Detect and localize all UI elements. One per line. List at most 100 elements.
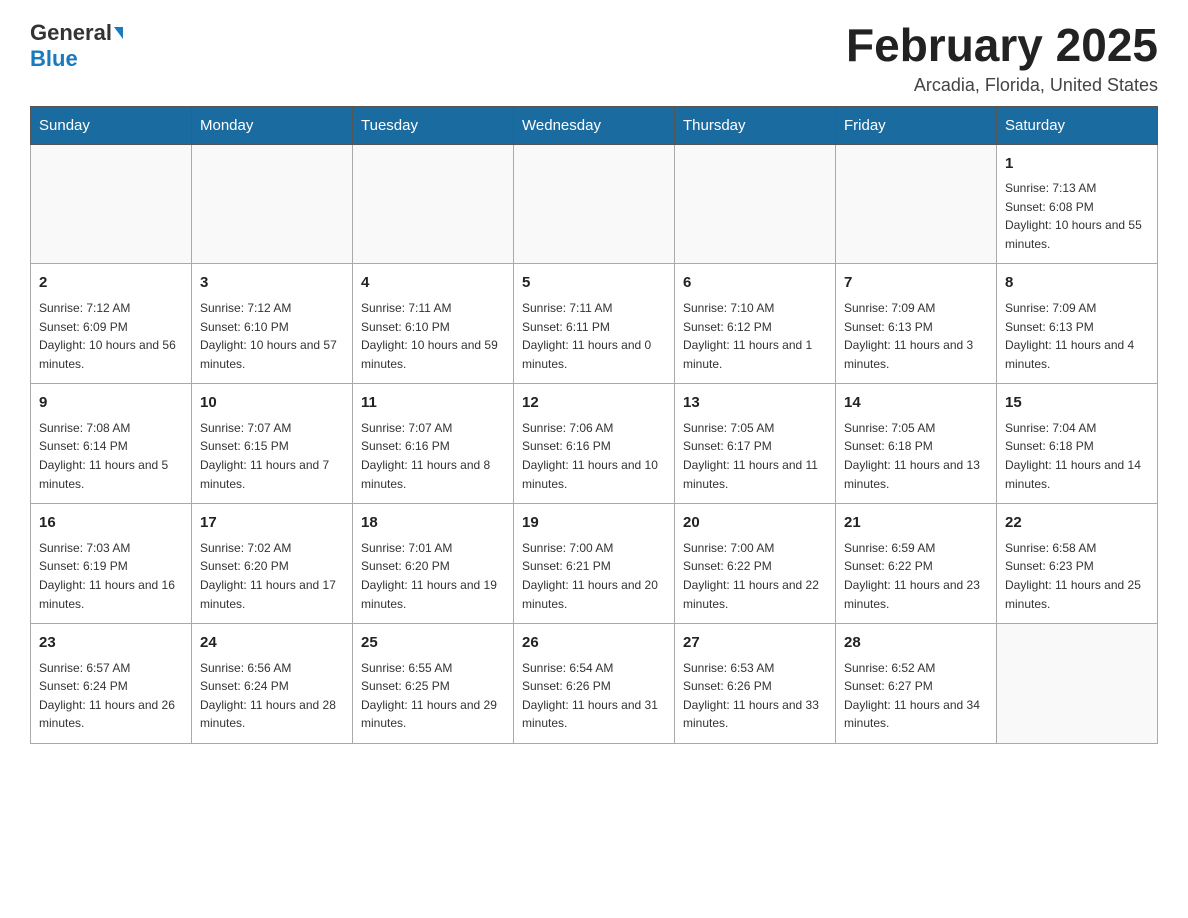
title-section: February 2025 Arcadia, Florida, United S… xyxy=(846,20,1158,96)
calendar-cell: 22Sunrise: 6:58 AM Sunset: 6:23 PM Dayli… xyxy=(997,504,1158,624)
calendar-cell: 9 Sunrise: 7:08 AM Sunset: 6:14 PM Daylig… xyxy=(31,384,192,504)
sun-info: Sunrise: 7:02 AM Sunset: 6:20 PM Dayligh… xyxy=(200,539,344,613)
day-of-week-header: Monday xyxy=(192,106,353,144)
sun-info: Sunrise: 7:00 AM Sunset: 6:22 PM Dayligh… xyxy=(683,539,827,613)
day-number: 7 xyxy=(844,272,988,295)
day-number: 20 xyxy=(683,512,827,535)
calendar-cell xyxy=(997,624,1158,744)
day-number: 3 xyxy=(200,272,344,295)
day-number: 24 xyxy=(200,632,344,655)
calendar-cell xyxy=(836,144,997,264)
calendar-week-row: 16Sunrise: 7:03 AM Sunset: 6:19 PM Dayli… xyxy=(31,504,1158,624)
day-number: 12 xyxy=(522,392,666,415)
location-subtitle: Arcadia, Florida, United States xyxy=(846,75,1158,96)
sun-info: Sunrise: 7:11 AM Sunset: 6:11 PM Dayligh… xyxy=(522,299,666,373)
calendar-cell xyxy=(192,144,353,264)
day-of-week-header: Thursday xyxy=(675,106,836,144)
day-number: 5 xyxy=(522,272,666,295)
sun-info: Sunrise: 7:12 AM Sunset: 6:09 PM Dayligh… xyxy=(39,299,183,373)
sun-info: Sunrise: 7:10 AM Sunset: 6:12 PM Dayligh… xyxy=(683,299,827,373)
sun-info: Sunrise: 7:06 AM Sunset: 6:16 PM Dayligh… xyxy=(522,419,666,493)
sun-info: Sunrise: 6:52 AM Sunset: 6:27 PM Dayligh… xyxy=(844,659,988,733)
calendar-cell: 19 Sunrise: 7:00 AM Sunset: 6:21 PM Dayli… xyxy=(514,504,675,624)
day-number: 23 xyxy=(39,632,183,655)
day-number: 13 xyxy=(683,392,827,415)
sun-info: Sunrise: 7:13 AM Sunset: 6:08 PM Dayligh… xyxy=(1005,179,1149,253)
day-number: 21 xyxy=(844,512,988,535)
calendar-cell xyxy=(514,144,675,264)
day-number: 1 xyxy=(1005,153,1149,176)
calendar-cell xyxy=(31,144,192,264)
sun-info: Sunrise: 7:05 AM Sunset: 6:18 PM Dayligh… xyxy=(844,419,988,493)
calendar-header-row: SundayMondayTuesdayWednesdayThursdayFrid… xyxy=(31,106,1158,144)
day-number: 11 xyxy=(361,392,505,415)
day-number: 8 xyxy=(1005,272,1149,295)
calendar-cell: 6 Sunrise: 7:10 AM Sunset: 6:12 PM Daylig… xyxy=(675,264,836,384)
sun-info: Sunrise: 7:08 AM Sunset: 6:14 PM Dayligh… xyxy=(39,419,183,493)
sun-info: Sunrise: 7:09 AM Sunset: 6:13 PM Dayligh… xyxy=(844,299,988,373)
calendar-cell: 18Sunrise: 7:01 AM Sunset: 6:20 PM Dayli… xyxy=(353,504,514,624)
calendar-cell: 3 Sunrise: 7:12 AM Sunset: 6:10 PM Daylig… xyxy=(192,264,353,384)
sun-info: Sunrise: 7:03 AM Sunset: 6:19 PM Dayligh… xyxy=(39,539,183,613)
sun-info: Sunrise: 7:12 AM Sunset: 6:10 PM Dayligh… xyxy=(200,299,344,373)
day-number: 10 xyxy=(200,392,344,415)
day-number: 4 xyxy=(361,272,505,295)
calendar-cell: 5 Sunrise: 7:11 AM Sunset: 6:11 PM Daylig… xyxy=(514,264,675,384)
calendar-cell: 16Sunrise: 7:03 AM Sunset: 6:19 PM Dayli… xyxy=(31,504,192,624)
sun-info: Sunrise: 7:00 AM Sunset: 6:21 PM Dayligh… xyxy=(522,539,666,613)
day-number: 15 xyxy=(1005,392,1149,415)
calendar-cell: 23Sunrise: 6:57 AM Sunset: 6:24 PM Dayli… xyxy=(31,624,192,744)
calendar-cell: 14Sunrise: 7:05 AM Sunset: 6:18 PM Dayli… xyxy=(836,384,997,504)
calendar-cell: 28 Sunrise: 6:52 AM Sunset: 6:27 PM Dayli… xyxy=(836,624,997,744)
sun-info: Sunrise: 7:05 AM Sunset: 6:17 PM Dayligh… xyxy=(683,419,827,493)
sun-info: Sunrise: 6:56 AM Sunset: 6:24 PM Dayligh… xyxy=(200,659,344,733)
day-of-week-header: Wednesday xyxy=(514,106,675,144)
sun-info: Sunrise: 6:55 AM Sunset: 6:25 PM Dayligh… xyxy=(361,659,505,733)
calendar-week-row: 23Sunrise: 6:57 AM Sunset: 6:24 PM Dayli… xyxy=(31,624,1158,744)
logo-triangle-icon xyxy=(114,27,123,39)
calendar-cell: 7 Sunrise: 7:09 AM Sunset: 6:13 PM Daylig… xyxy=(836,264,997,384)
sun-info: Sunrise: 6:53 AM Sunset: 6:26 PM Dayligh… xyxy=(683,659,827,733)
day-number: 22 xyxy=(1005,512,1149,535)
sun-info: Sunrise: 7:07 AM Sunset: 6:16 PM Dayligh… xyxy=(361,419,505,493)
calendar-cell: 4Sunrise: 7:11 AM Sunset: 6:10 PM Daylig… xyxy=(353,264,514,384)
day-number: 28 xyxy=(844,632,988,655)
day-of-week-header: Tuesday xyxy=(353,106,514,144)
sun-info: Sunrise: 6:54 AM Sunset: 6:26 PM Dayligh… xyxy=(522,659,666,733)
sun-info: Sunrise: 7:09 AM Sunset: 6:13 PM Dayligh… xyxy=(1005,299,1149,373)
day-number: 26 xyxy=(522,632,666,655)
calendar-cell: 11 Sunrise: 7:07 AM Sunset: 6:16 PM Dayli… xyxy=(353,384,514,504)
sun-info: Sunrise: 7:07 AM Sunset: 6:15 PM Dayligh… xyxy=(200,419,344,493)
page-header: General Blue February 2025 Arcadia, Flor… xyxy=(30,20,1158,96)
calendar-cell: 27 Sunrise: 6:53 AM Sunset: 6:26 PM Dayli… xyxy=(675,624,836,744)
calendar-cell: 21 Sunrise: 6:59 AM Sunset: 6:22 PM Dayli… xyxy=(836,504,997,624)
logo: General Blue xyxy=(30,20,123,72)
calendar-cell: 25 Sunrise: 6:55 AM Sunset: 6:25 PM Dayli… xyxy=(353,624,514,744)
calendar-cell: 20 Sunrise: 7:00 AM Sunset: 6:22 PM Dayli… xyxy=(675,504,836,624)
day-number: 2 xyxy=(39,272,183,295)
day-number: 25 xyxy=(361,632,505,655)
calendar-cell: 24 Sunrise: 6:56 AM Sunset: 6:24 PM Dayli… xyxy=(192,624,353,744)
calendar-cell: 10 Sunrise: 7:07 AM Sunset: 6:15 PM Dayli… xyxy=(192,384,353,504)
day-number: 6 xyxy=(683,272,827,295)
sun-info: Sunrise: 7:04 AM Sunset: 6:18 PM Dayligh… xyxy=(1005,419,1149,493)
calendar-cell: 26 Sunrise: 6:54 AM Sunset: 6:26 PM Dayli… xyxy=(514,624,675,744)
logo-blue-text: Blue xyxy=(30,46,78,72)
day-of-week-header: Saturday xyxy=(997,106,1158,144)
logo-general-text: General xyxy=(30,20,112,46)
calendar-week-row: 9 Sunrise: 7:08 AM Sunset: 6:14 PM Daylig… xyxy=(31,384,1158,504)
calendar-cell: 12 Sunrise: 7:06 AM Sunset: 6:16 PM Dayli… xyxy=(514,384,675,504)
calendar-cell: 13 Sunrise: 7:05 AM Sunset: 6:17 PM Dayli… xyxy=(675,384,836,504)
day-of-week-header: Friday xyxy=(836,106,997,144)
calendar-table: SundayMondayTuesdayWednesdayThursdayFrid… xyxy=(30,106,1158,744)
day-number: 19 xyxy=(522,512,666,535)
calendar-cell xyxy=(353,144,514,264)
calendar-cell: 1 Sunrise: 7:13 AM Sunset: 6:08 PM Daylig… xyxy=(997,144,1158,264)
calendar-cell: 2 Sunrise: 7:12 AM Sunset: 6:09 PM Daylig… xyxy=(31,264,192,384)
day-number: 27 xyxy=(683,632,827,655)
sun-info: Sunrise: 6:59 AM Sunset: 6:22 PM Dayligh… xyxy=(844,539,988,613)
day-of-week-header: Sunday xyxy=(31,106,192,144)
calendar-week-row: 1 Sunrise: 7:13 AM Sunset: 6:08 PM Daylig… xyxy=(31,144,1158,264)
calendar-cell: 8 Sunrise: 7:09 AM Sunset: 6:13 PM Daylig… xyxy=(997,264,1158,384)
day-number: 9 xyxy=(39,392,183,415)
